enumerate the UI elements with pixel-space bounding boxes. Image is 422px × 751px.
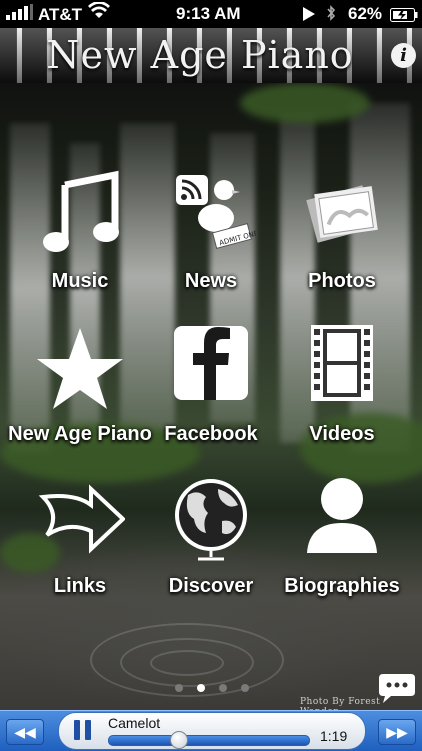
new-age-piano-tile[interactable]: New Age Piano	[8, 323, 152, 473]
star-icon	[37, 328, 123, 409]
links-tile[interactable]: Links	[15, 475, 145, 625]
photos-icon	[306, 185, 378, 243]
videos-tile[interactable]: Videos	[277, 323, 407, 473]
videos-label: Videos	[309, 423, 375, 445]
film-icon	[311, 325, 373, 401]
discover-label: Discover	[168, 575, 254, 597]
info-icon[interactable]: i	[391, 43, 416, 68]
clock: 9:13 AM	[176, 4, 241, 23]
discover-tile[interactable]: Discover	[146, 475, 276, 625]
photos-tile[interactable]: Photos	[277, 170, 407, 320]
battery-icon	[390, 7, 418, 27]
news-icon: ADMIT ONE	[176, 175, 256, 249]
facebook-icon	[174, 326, 248, 400]
news-tile[interactable]: ADMIT ONE News	[146, 170, 276, 320]
news-label: News	[184, 270, 238, 292]
pause-button[interactable]	[72, 720, 94, 740]
elapsed-time: 1:19	[320, 728, 348, 744]
progress-track[interactable]	[108, 735, 310, 746]
page-dot-3[interactable]	[219, 684, 227, 692]
biographies-tile[interactable]: Biographies	[277, 475, 407, 625]
app-title: New Age Piano	[46, 33, 354, 77]
page-dot-2[interactable]	[197, 684, 205, 692]
facebook-tile[interactable]: Facebook	[146, 323, 276, 473]
signal-icon	[6, 4, 34, 25]
links-label: Links	[53, 575, 107, 597]
person-icon	[307, 478, 377, 553]
facebook-label: Facebook	[164, 423, 258, 445]
progress-knob[interactable]	[169, 731, 188, 749]
page-dot-1[interactable]	[175, 684, 183, 692]
bluetooth-icon	[326, 5, 336, 27]
status-bar: AT&T 9:13 AM 62%	[0, 0, 422, 28]
page-dot-4[interactable]	[241, 684, 249, 692]
header-bar: New Age Piano	[0, 28, 422, 83]
music-note-icon	[43, 170, 119, 252]
song-title: Camelot	[108, 715, 161, 731]
previous-track-button[interactable]: ◀◀	[6, 719, 44, 745]
new-age-piano-label: New Age Piano	[8, 423, 152, 445]
carrier-name: AT&T	[38, 5, 83, 24]
globe-icon	[175, 479, 247, 561]
wifi-icon	[88, 1, 110, 25]
play-status-icon	[303, 6, 315, 26]
battery-percent: 62%	[348, 4, 383, 23]
arrow-icon	[38, 484, 125, 554]
next-track-button[interactable]: ▶▶	[378, 719, 416, 745]
biographies-label: Biographies	[284, 575, 400, 597]
music-tile[interactable]: Music	[15, 170, 145, 320]
pause-icon	[74, 720, 80, 740]
music-label: Music	[51, 270, 109, 292]
photos-label: Photos	[308, 270, 376, 292]
chat-bubble-icon[interactable]	[377, 672, 417, 704]
